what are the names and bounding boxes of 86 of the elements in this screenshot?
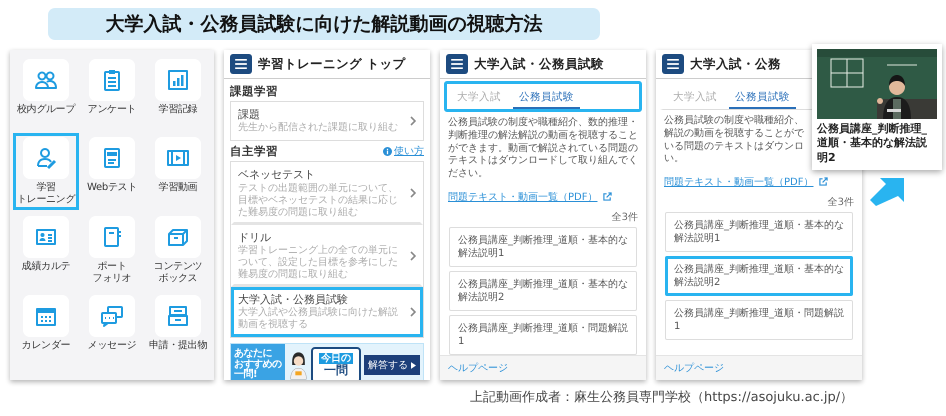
app-tile[interactable]: アンケート [79, 55, 145, 131]
bar-chart-icon [166, 68, 190, 92]
app-tile[interactable]: メッセージ [79, 291, 145, 367]
play-icon [411, 362, 416, 369]
tile-label: ボックス [158, 272, 198, 284]
item-title: 大学入試・公務員試験 [238, 292, 349, 306]
banner-tagline: 一問! [234, 370, 258, 380]
tile-label: フォリオ [92, 272, 132, 284]
app-tile[interactable]: 学習動画 [145, 133, 211, 210]
book-title: 一問 [324, 364, 348, 378]
app-tile[interactable]: ポート フォリオ [79, 212, 145, 289]
pdf-link[interactable]: 問題テキスト・動画一覧（PDF） [664, 177, 814, 188]
tile-label: トレーニング [16, 194, 76, 205]
video-title: 公務員講座_判断推理_道順・基本的な解法説明2 [817, 122, 928, 165]
tile-label: メッセージ [88, 340, 136, 352]
item-description: 先生から配信された課題に取り組む [238, 122, 399, 134]
description-line: 公務員試験の制度や職種紹介、 [664, 115, 804, 128]
item-title: ドリル [238, 230, 272, 245]
item-title: 課題 [238, 108, 261, 122]
tile-label: 校内グループ [16, 104, 76, 116]
tray-icon [166, 304, 190, 328]
chevron-icon [410, 188, 416, 198]
section-heading: 課題学習 [230, 84, 278, 98]
menu-button[interactable] [446, 54, 468, 74]
book-caption: 今日の [319, 353, 353, 364]
menu-item[interactable]: 大学入試・公務員試験 大学入試や公務員試験に向けた解説動画を視聴する [231, 286, 423, 338]
description-line: いる問題のテキストはダウンロ [664, 140, 804, 154]
banner-tagline: あなたに [234, 349, 273, 360]
tile-label: 成績カルテ [22, 261, 70, 272]
chevron-icon [410, 250, 416, 261]
screen-title: 学習トレーニング トップ [258, 56, 406, 72]
tile-label: 学習記録 [158, 104, 198, 116]
person-pencil-icon [34, 146, 58, 170]
tile-label: コンテンツ [154, 261, 202, 272]
chat-bubbles-icon [100, 304, 124, 328]
video-item[interactable]: 公務員講座_判断推理_道順・基本的な解法説明1 [665, 212, 853, 252]
tile-label: 申請・提出物 [148, 340, 208, 352]
screen-title: 大学入試・公務 [690, 56, 781, 72]
app-tile[interactable]: Webテスト [79, 133, 145, 210]
chevron-icon [410, 307, 416, 318]
app-tile[interactable]: 学習 トレーニング [13, 133, 79, 210]
tile-label: Webテスト [86, 182, 137, 194]
app-tile[interactable]: カレンダー [13, 291, 79, 367]
tile-label: ポート [97, 261, 127, 272]
screen-title: 大学入試・公務員試験 [474, 56, 604, 72]
item-description: テストの出題範囲の単元について、目標やベネッセテストの結果に応じた難易度の問題に取り組む [238, 182, 399, 219]
help-link[interactable]: 使い方 [383, 144, 424, 158]
tile-label: アンケート [88, 104, 136, 116]
info-icon [383, 146, 392, 156]
app-tile[interactable]: 申請・提出物 [145, 291, 211, 367]
menu-icon [667, 59, 679, 69]
item-description: 大学入試や公務員試験に向けた解説動画を視聴する [238, 307, 399, 332]
description-text: 公務員試験の制度や職種紹介、数的推理・判断推理の解法解説の動画を視聴することができます。動画で解説されている問題のテキストはダウンロードして取り組んでください。 [448, 117, 638, 181]
video-item[interactable]: 公務員講座_判断推理_道順・問題解説 1 [665, 300, 853, 340]
description-line: い。 [664, 153, 684, 166]
video-item[interactable]: 公務員講座_判断推理_道順・基本的な解法説明2 [449, 270, 637, 311]
result-count: 全3件 [828, 196, 854, 210]
section-heading: 自主学習 [230, 144, 278, 159]
external-link-icon [602, 192, 612, 201]
menu-button[interactable] [230, 54, 252, 74]
video-item[interactable]: 公務員講座_判断推理_道順・問題解説 1 [449, 314, 637, 355]
tile-label: 学習動画 [158, 182, 198, 194]
chevron-icon [410, 116, 416, 126]
tile-label: カレンダー [22, 340, 70, 352]
menu-button[interactable] [662, 54, 684, 74]
video-item[interactable]: 公務員講座_判断推理_道順・基本的な解法説明2 [665, 256, 853, 296]
credit-text: 上記動画作成者：麻生公務員専門学校（https://asojuku.ac.jp/） [470, 389, 854, 406]
video-item[interactable]: 公務員講座_判断推理_道順・基本的な解法説明1 [449, 226, 637, 267]
menu-icon [235, 59, 247, 69]
pdf-link[interactable]: 問題テキスト・動画一覧（PDF） [448, 192, 598, 203]
tile-label: 学習 [36, 182, 56, 194]
banner-tagline: おすすめの [234, 360, 283, 370]
page-title: 大学入試・公務員試験に向けた解説動画の視聴方法 [48, 8, 600, 40]
item-title: ベネッセテスト [238, 168, 316, 182]
menu-icon [451, 59, 463, 69]
item-description: 学習トレーニング上の全ての単元について、設定した目標を参考にした難易度の問題に取り組む [238, 244, 399, 281]
tab[interactable]: 公務員試験 [729, 86, 796, 109]
app-tile[interactable]: 校内グループ [13, 55, 79, 131]
app-tile[interactable]: 成績カルテ [13, 212, 79, 289]
app-tile[interactable]: 学習記録 [145, 55, 211, 131]
tab[interactable]: 公務員試験 [513, 86, 580, 109]
external-link-icon [818, 177, 828, 186]
app-tile[interactable]: コンテンツ ボックス [145, 212, 211, 289]
answer-button[interactable]: 解答する [364, 355, 420, 376]
result-count: 全3件 [612, 210, 638, 224]
description-line: 解説の動画を視聴することがで [664, 128, 804, 141]
